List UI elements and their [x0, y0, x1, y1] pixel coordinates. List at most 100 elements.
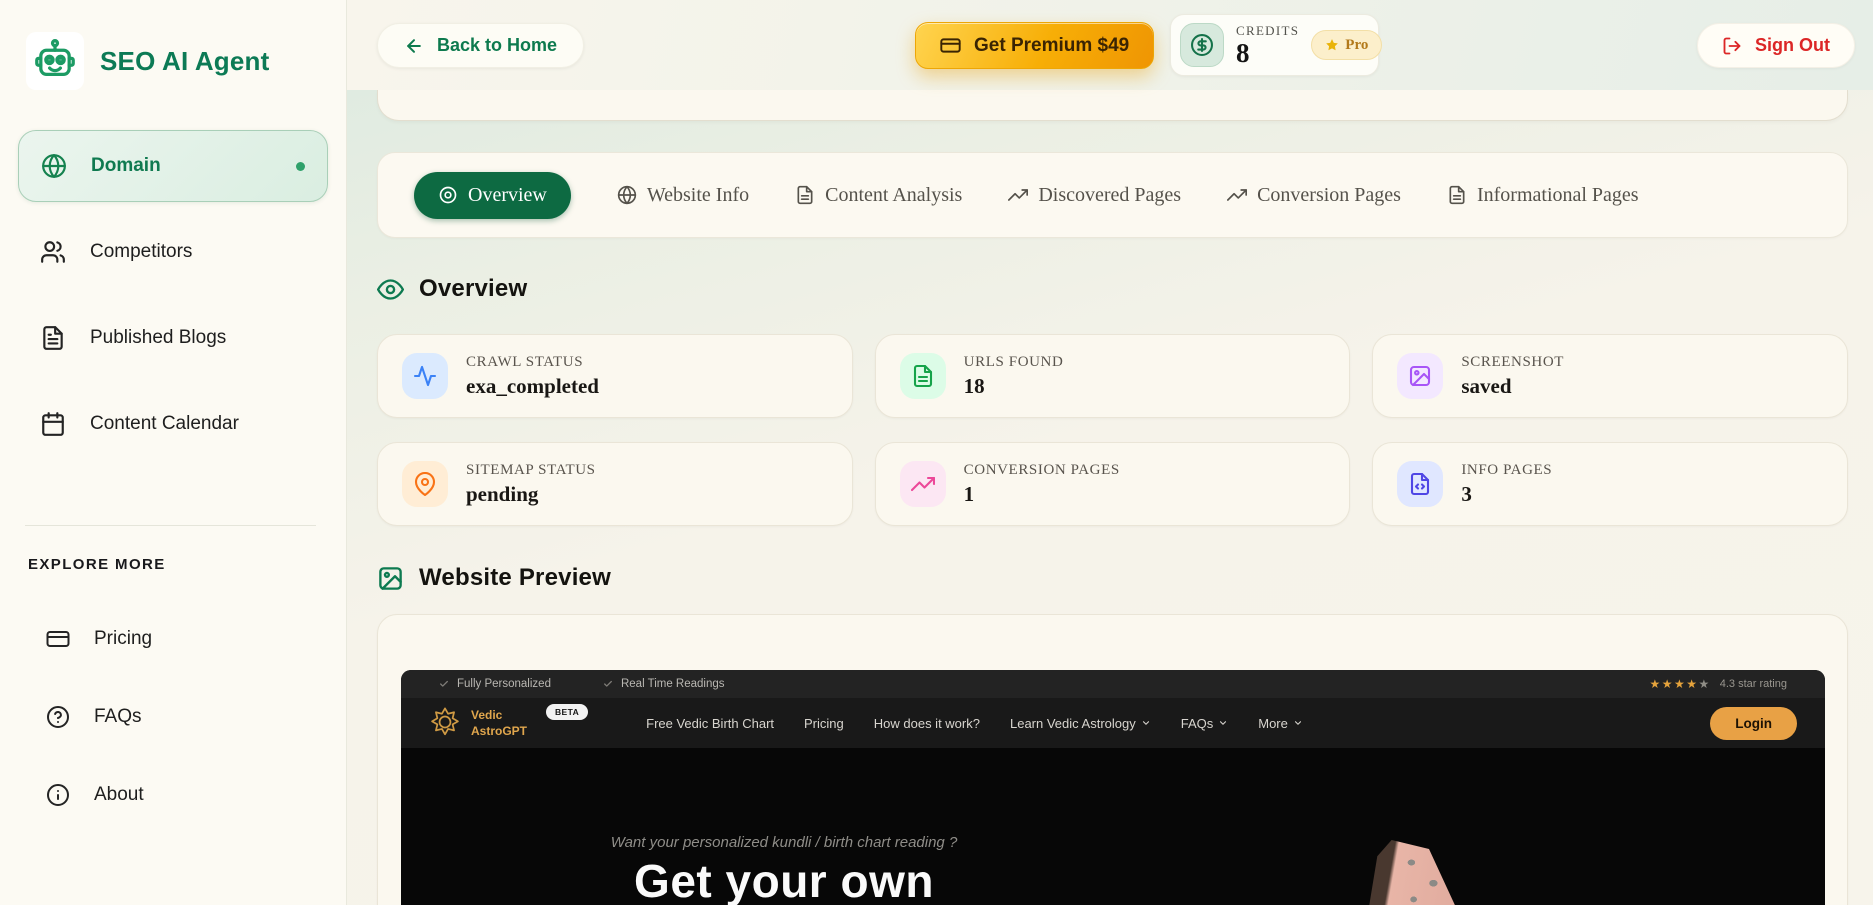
site-hero-title: Get your own	[559, 854, 1009, 905]
ornament-star-icon	[429, 706, 461, 738]
eye-icon	[377, 276, 404, 303]
site-link-pricing[interactable]: Pricing	[804, 716, 844, 731]
stat-label: SITEMAP STATUS	[466, 462, 596, 479]
sidebar-item-faqs[interactable]: FAQs	[18, 685, 328, 749]
credit-card-icon	[46, 627, 72, 651]
site-navbar: Vedic AstroGPT BETA Free Vedic Birth Cha…	[401, 698, 1825, 748]
stat-label: SCREENSHOT	[1461, 354, 1564, 371]
trending-up-icon	[1227, 185, 1247, 205]
stat-label: CRAWL STATUS	[466, 354, 599, 371]
tab-website-info[interactable]: Website Info	[617, 184, 749, 207]
site-link-birth-chart[interactable]: Free Vedic Birth Chart	[646, 716, 774, 731]
rating-text: 4.3 star rating	[1720, 678, 1787, 690]
site-rating: ★★★★★ 4.3 star rating	[1649, 677, 1787, 691]
tab-label: Conversion Pages	[1257, 184, 1401, 207]
back-to-home-button[interactable]: Back to Home	[377, 23, 584, 68]
star-rating-icons: ★★★★★	[1649, 677, 1710, 691]
sidebar-item-pricing[interactable]: Pricing	[18, 607, 328, 671]
chevron-down-icon	[1293, 718, 1303, 728]
site-logo[interactable]: Vedic AstroGPT BETA	[429, 706, 588, 739]
check-icon	[439, 679, 449, 689]
stat-card-crawl-status: CRAWL STATUS exa_completed	[377, 334, 853, 418]
stat-card-conversion-pages: CONVERSION PAGES 1	[875, 442, 1351, 526]
trending-up-icon	[1008, 185, 1028, 205]
circle-dot-icon	[438, 185, 458, 205]
tab-overview[interactable]: Overview	[414, 172, 571, 219]
globe-icon	[41, 153, 67, 179]
site-screenshot: Fully Personalized Real Time Readings ★★…	[401, 670, 1825, 905]
site-link-more[interactable]: More	[1258, 716, 1303, 731]
tab-conversion-pages[interactable]: Conversion Pages	[1227, 184, 1401, 207]
image-icon	[377, 565, 404, 592]
log-out-icon	[1722, 36, 1742, 56]
sidebar: SEO AI Agent Domain Competitors Pu	[0, 0, 347, 905]
site-link-label: More	[1258, 716, 1288, 731]
site-brand-name: Vedic AstroGPT	[471, 708, 527, 739]
file-code-icon	[1397, 461, 1443, 507]
stat-card-info-pages: INFO PAGES 3	[1372, 442, 1848, 526]
tab-label: Website Info	[647, 184, 749, 207]
file-text-icon	[900, 353, 946, 399]
sidebar-item-published-blogs[interactable]: Published Blogs	[18, 302, 328, 374]
pro-badge-label: Pro	[1345, 37, 1368, 54]
stat-value: saved	[1461, 374, 1564, 399]
sidebar-item-about[interactable]: About	[18, 763, 328, 827]
sidebar-item-competitors[interactable]: Competitors	[18, 216, 328, 288]
sidebar-nav: Domain Competitors Published Blogs Con	[0, 130, 346, 460]
stat-label: INFO PAGES	[1461, 462, 1552, 479]
stat-texts: CRAWL STATUS exa_completed	[466, 354, 599, 399]
credit-card-icon	[940, 35, 961, 56]
tab-content-analysis[interactable]: Content Analysis	[795, 184, 962, 207]
map-pin-icon	[402, 461, 448, 507]
tab-label: Informational Pages	[1477, 184, 1639, 207]
sidebar-item-domain[interactable]: Domain	[18, 130, 328, 202]
globe-icon	[617, 185, 637, 205]
site-link-faqs[interactable]: FAQs	[1181, 716, 1229, 731]
stat-value: exa_completed	[466, 374, 599, 399]
site-login-button[interactable]: Login	[1710, 707, 1797, 740]
site-brand-line1: Vedic	[471, 708, 527, 724]
stat-texts: URLS FOUND 18	[964, 354, 1064, 399]
app-window: SEO AI Agent Domain Competitors Pu	[0, 0, 1873, 905]
site-link-how-it-works[interactable]: How does it work?	[874, 716, 980, 731]
stat-label: URLS FOUND	[964, 354, 1064, 371]
beta-badge: BETA	[546, 704, 588, 720]
stat-value: pending	[466, 482, 596, 507]
sidebar-item-label: Published Blogs	[90, 327, 226, 349]
sign-out-label: Sign Out	[1755, 35, 1830, 56]
tab-label: Content Analysis	[825, 184, 962, 207]
site-link-label: Free Vedic Birth Chart	[646, 716, 774, 731]
credits-value: 8	[1236, 39, 1299, 67]
content-area: Overview Website Info Content Analysis	[347, 90, 1873, 905]
site-link-label: Learn Vedic Astrology	[1010, 716, 1136, 731]
overview-stats-grid: CRAWL STATUS exa_completed URLS FOUND 18	[377, 334, 1848, 526]
website-preview-title: Website Preview	[419, 564, 611, 592]
credits-label: CREDITS	[1236, 23, 1299, 39]
app-logo: SEO AI Agent	[0, 30, 346, 92]
chevron-down-icon	[1218, 718, 1228, 728]
site-brand-line2: AstroGPT	[471, 724, 527, 740]
get-premium-button[interactable]: Get Premium $49	[915, 22, 1154, 69]
file-text-icon	[795, 185, 815, 205]
tab-discovered-pages[interactable]: Discovered Pages	[1008, 184, 1181, 207]
tab-label: Discovered Pages	[1038, 184, 1181, 207]
pro-badge[interactable]: Pro	[1311, 30, 1382, 60]
stat-texts: CONVERSION PAGES 1	[964, 462, 1120, 507]
stat-value: 3	[1461, 482, 1552, 507]
help-circle-icon	[46, 705, 72, 729]
back-to-home-label: Back to Home	[437, 35, 557, 56]
sidebar-item-label: Competitors	[90, 241, 192, 263]
sign-out-button[interactable]: Sign Out	[1697, 23, 1855, 68]
sidebar-divider	[25, 525, 316, 526]
file-text-icon	[1447, 185, 1467, 205]
site-hero-eyebrow: Want your personalized kundli / birth ch…	[559, 834, 1009, 851]
stat-card-screenshot: SCREENSHOT saved	[1372, 334, 1848, 418]
get-premium-label: Get Premium $49	[974, 35, 1129, 57]
tab-informational-pages[interactable]: Informational Pages	[1447, 184, 1639, 207]
trending-up-icon	[900, 461, 946, 507]
star-icon	[1325, 38, 1339, 52]
site-link-label: FAQs	[1181, 716, 1214, 731]
stat-card-sitemap-status: SITEMAP STATUS pending	[377, 442, 853, 526]
site-link-learn-astrology[interactable]: Learn Vedic Astrology	[1010, 716, 1151, 731]
sidebar-item-content-calendar[interactable]: Content Calendar	[18, 388, 328, 460]
